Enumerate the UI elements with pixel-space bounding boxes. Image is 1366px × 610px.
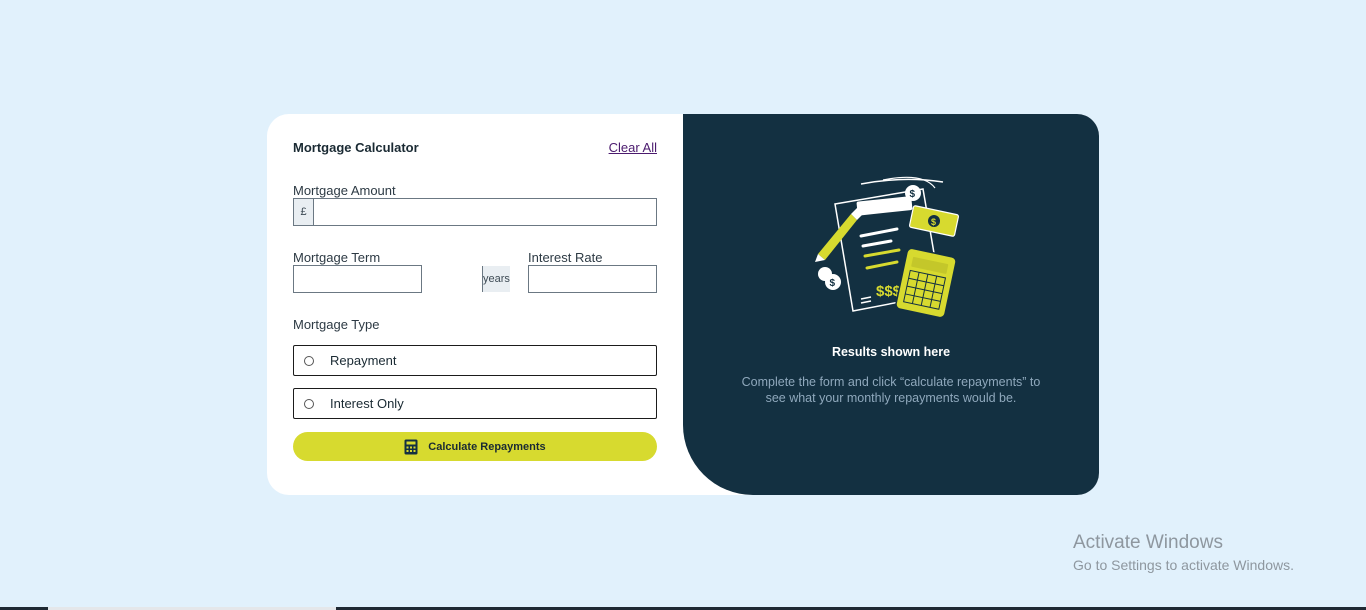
interest-rate-field: % [528, 265, 728, 293]
svg-text:$: $ [931, 217, 936, 227]
clear-all-link[interactable]: Clear All [609, 140, 657, 155]
form-title: Mortgage Calculator [293, 140, 419, 155]
watermark-title: Activate Windows [1073, 532, 1223, 553]
empty-results-illustration: $$$ $ $ $ [813, 174, 973, 324]
mortgage-term-input[interactable] [294, 266, 482, 292]
mortgage-term-label: Mortgage Term [293, 250, 381, 265]
mortgage-amount-label: Mortgage Amount [293, 183, 396, 198]
mortgage-amount-input[interactable] [314, 199, 656, 225]
calculate-button-label: Calculate Repayments [428, 440, 546, 453]
currency-prefix: £ [294, 199, 314, 225]
calculator-icon [404, 439, 418, 455]
results-title: Results shown here [831, 345, 951, 359]
mortgage-amount-field: £ [293, 198, 657, 226]
radio-interest-only[interactable]: Interest Only [293, 388, 657, 419]
svg-text:$: $ [910, 189, 916, 200]
radio-circle[interactable] [304, 355, 314, 366]
radio-repayment[interactable]: Repayment [293, 345, 657, 376]
mortgage-card: Mortgage Calculator Clear All Mortgage A… [267, 114, 1099, 495]
interest-rate-label: Interest Rate [528, 250, 603, 265]
mortgage-form: Mortgage Calculator Clear All Mortgage A… [267, 114, 728, 495]
mortgage-type-label: Mortgage Type [293, 317, 380, 332]
radio-repayment-label: Repayment [330, 353, 397, 368]
activate-windows-watermark: Activate Windows Go to Settings to activ… [1073, 532, 1294, 573]
radio-circle[interactable] [304, 398, 314, 409]
years-suffix: years [482, 266, 510, 292]
results-description: Complete the form and click “calculate r… [741, 375, 1041, 405]
calculate-repayments-button[interactable]: Calculate Repayments [293, 432, 657, 461]
radio-interest-only-label: Interest Only [330, 396, 404, 411]
results-panel: $$$ $ $ $ Results shown here Complete th… [683, 114, 1099, 495]
svg-text:$: $ [830, 278, 836, 289]
watermark-subtitle: Go to Settings to activate Windows. [1073, 557, 1294, 573]
mortgage-term-field: years [293, 265, 510, 293]
